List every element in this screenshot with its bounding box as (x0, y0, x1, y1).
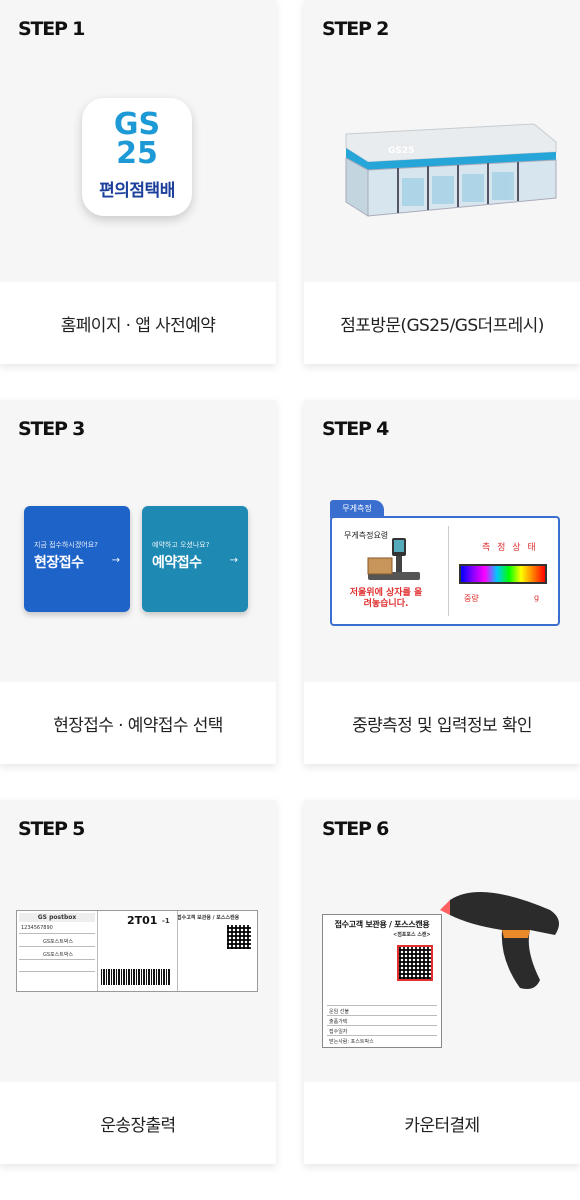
receipt-title: 접수고객 보관용 / 포스스캔용 (334, 920, 430, 929)
barcode (101, 969, 171, 985)
step-caption: 현장접수 · 예약접수 선택 (53, 715, 223, 736)
weight-label: 중량 (464, 594, 479, 603)
scale-message: 저울위에 상자를 올려놓습니다. (349, 588, 423, 609)
receipt-row: 운임 선불 (329, 1009, 349, 1015)
reserve-label: 예약접수 (152, 555, 202, 571)
gs25-app-icon: GS 25 편의점택배 (82, 98, 192, 216)
sender-name: GS포스트박스 (43, 939, 74, 945)
step-label: STEP 4 (322, 418, 389, 440)
scale-device-icon (367, 538, 420, 580)
step-label: STEP 2 (322, 18, 389, 40)
app-icon-25: 25 (116, 136, 158, 171)
store-sign: GS25 (388, 146, 414, 156)
step-card-2: STEP 2 GS25 점포방문(GS25/GS더프레시) (304, 0, 580, 364)
step-caption: 홈페이지 · 앱 사전예약 (60, 315, 216, 336)
weight-panel: 무게측정요령 저울위에 상자를 올려놓습니다. 측 정 상 태 중량 g (330, 516, 560, 626)
step-label: STEP 3 (18, 418, 85, 440)
reserve-subtext: 예약하고 오셨나요? (152, 541, 210, 549)
step-caption: 중량측정 및 입력정보 확인 (352, 715, 532, 736)
onsite-subtext: 지금 접수하시겠어요? (34, 541, 98, 549)
step-caption: 점포방문(GS25/GS더프레시) (340, 315, 544, 336)
arrow-right-icon: → (229, 555, 238, 566)
qr-code (397, 945, 433, 981)
step-label: STEP 6 (322, 818, 389, 840)
qr-code (227, 925, 251, 949)
sort-code-suffix: -1 (162, 917, 170, 925)
app-icon-text: 편의점택배 (99, 181, 175, 201)
weight-unit: g (534, 593, 540, 602)
onsite-receipt-button[interactable]: 지금 접수하시겠어요? 현장접수 → (24, 506, 130, 612)
receipt-row: 출품가택 (329, 1019, 348, 1025)
step-card-1: STEP 1 GS 25 편의점택배 홈페이지 · 앱 사전예약 (0, 0, 276, 364)
receipt-subtitle: <점포포스 스캔> (393, 932, 431, 938)
measure-status-label: 측 정 상 태 (482, 543, 538, 553)
receiver-name: GS포스트박스 (43, 952, 74, 958)
onsite-label: 현장접수 (34, 555, 84, 571)
waybill-header: GS postbox (19, 913, 95, 922)
waybill-label: GS postbox 1234567890 GS포스트박스 GS포스트박스 2T… (16, 910, 258, 992)
step-label: STEP 1 (18, 18, 85, 40)
receipt-row: 접수일자 (329, 1029, 348, 1035)
barcode-scanner-icon (440, 892, 559, 989)
receipt-label: 접수고객 보관용 / 포스스캔용 <점포포스 스캔> 운임 선불 출품가택 접수… (322, 914, 442, 1048)
store-illustration: GS25 (345, 123, 557, 217)
step-caption: 카운터결제 (404, 1115, 480, 1136)
sort-code: 2T01 (127, 914, 158, 927)
step-caption: 운송장출력 (100, 1115, 176, 1136)
reservation-receipt-button[interactable]: 예약하고 오셨나요? 예약접수 → (142, 506, 248, 612)
waybill-title: 접수고객 보관용 / 포스스캔용 (177, 915, 240, 921)
step-label: STEP 5 (18, 818, 85, 840)
measure-spectrum-bar (459, 564, 547, 584)
arrow-right-icon: → (111, 555, 120, 566)
tracking-number: 1234567890 (21, 925, 53, 931)
receipt-row: 받는사람: 포스트박스 (329, 1039, 374, 1045)
divider (448, 526, 449, 616)
